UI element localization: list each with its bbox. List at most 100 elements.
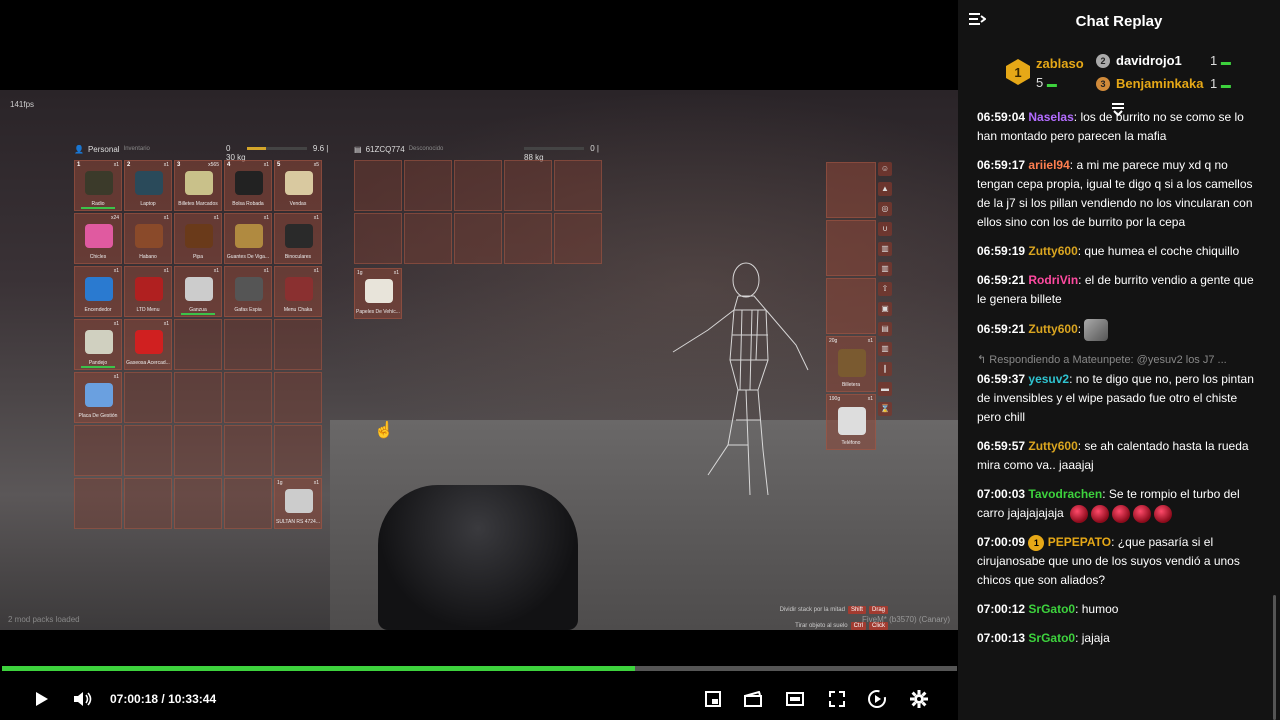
chat-message[interactable]: 07:00:09 1 PEPEPATO: ¿que pasaría si el … [977,533,1259,590]
clothing-slot-icon[interactable]: ▥ [878,342,892,356]
equipment-slot[interactable]: 190g x1 Teléfono [826,394,876,450]
equipment-slot[interactable] [826,162,876,218]
inventory-slot[interactable]: 4 x1 Bolsa Robada [224,160,272,211]
clothing-slot-icon[interactable]: ⇧ [878,282,892,296]
message-username[interactable]: SrGato0 [1028,602,1075,616]
leader-1-count-row: 5 ▬ [1036,75,1057,90]
clothing-slot-icon[interactable]: ▲ [878,182,892,196]
inventory-slot[interactable]: 1 x1 Radio [74,160,122,211]
vehicle-slot[interactable] [504,160,552,211]
message-username[interactable]: Naselas [1028,110,1073,124]
clothing-slot-icon[interactable]: ◎ [878,202,892,216]
inventory-slot[interactable] [224,319,272,370]
message-username[interactable]: RodriVin [1028,273,1078,287]
message-username[interactable]: Tavodrachen [1028,487,1102,501]
inventory-slot[interactable]: 2 x1 Laptop [124,160,172,211]
vehicle-slot[interactable] [454,213,502,264]
chat-scrollbar[interactable] [1273,595,1276,720]
chat-message[interactable]: 06:59:21 RodriVin: el de burrito vendio … [977,271,1259,309]
inventory-slot[interactable] [124,478,172,529]
message-username[interactable]: yesuv2 [1028,372,1069,386]
video-player[interactable]: 141fps 👤 Personal Inventario 0 9.6 | 30 … [0,0,958,720]
inventory-slot[interactable]: 5 x5 Vendas [274,160,322,211]
inventory-slot[interactable]: x1 Menu Chaka [274,266,322,317]
clothing-slot-icon[interactable]: ▥ [878,262,892,276]
inventory-slot[interactable]: x1 Habano [124,213,172,264]
inventory-slot[interactable] [174,319,222,370]
play-button[interactable] [32,688,52,710]
inventory-slot[interactable]: x1 Guantes De Viga... [224,213,272,264]
wide-mode-button[interactable] [784,688,806,710]
message-username[interactable]: Zutty600 [1028,322,1077,336]
inventory-slot[interactable]: x1 Pipa [174,213,222,264]
settings-button[interactable] [908,688,930,710]
inventory-slot[interactable]: x1 Binoculares [274,213,322,264]
clothing-slot-icon[interactable]: ▬ [878,382,892,396]
chat-message[interactable]: 06:59:21 Zutty600: [977,319,1259,341]
inventory-slot[interactable]: x1 Gaseosa Acercad... [124,319,172,370]
theater-button[interactable] [742,688,764,710]
vehicle-slot[interactable] [504,213,552,264]
message-username[interactable]: SrGato0 [1028,631,1075,645]
progress-bar[interactable] [2,666,957,671]
inventory-slot[interactable]: x24 Chicles [74,213,122,264]
inventory-slot[interactable]: 1g x1 SULTAN RS 4724... [274,478,322,529]
inventory-slot[interactable]: 3 x565 Billetes Marcados [174,160,222,211]
clothing-slot-icon[interactable]: ▣ [878,302,892,316]
equipment-slot[interactable] [826,278,876,334]
inventory-slot[interactable]: x1 LTD Menu [124,266,172,317]
vehicle-slot[interactable] [354,213,402,264]
chat-message[interactable]: 07:00:03 Tavodrachen: Se te rompio el tu… [977,485,1259,523]
inventory-slot[interactable] [274,319,322,370]
clothing-slot-icon[interactable]: ▥ [878,242,892,256]
clothing-slot-icon[interactable]: ▤ [878,322,892,336]
volume-button[interactable] [72,688,94,710]
inventory-slot[interactable] [124,372,172,423]
inventory-slot[interactable]: x1 Pandejo [74,319,122,370]
chat-message[interactable]: 06:59:04 Naselas: los de burrito no se c… [977,108,1259,146]
message-username[interactable]: ariiel94 [1028,158,1069,172]
chat-message[interactable]: 07:00:12 SrGato0: humoo [977,600,1259,619]
chat-message[interactable]: 06:59:57 Zutty600: se ah calentado hasta… [977,437,1259,475]
clothing-slot-icon[interactable]: ∪ [878,222,892,236]
vehicle-item-slot[interactable]: 1g x1 Papeles De Vehíc... [354,268,402,319]
inventory-slot[interactable] [174,425,222,476]
message-username[interactable]: PEPEPATO [1048,535,1111,549]
vehicle-slot[interactable] [404,160,452,211]
speed-button[interactable] [866,688,888,710]
message-username[interactable]: Zutty600 [1028,439,1077,453]
vehicle-slot[interactable] [454,160,502,211]
message-username[interactable]: Zutty600 [1028,244,1077,258]
fullscreen-button[interactable] [826,688,848,710]
miniplayer-button[interactable] [702,688,724,710]
inventory-slot[interactable] [174,478,222,529]
vehicle-slot[interactable] [354,160,402,211]
inventory-slot[interactable]: x1 Placa De Gestión [74,372,122,423]
equipment-slot[interactable] [826,220,876,276]
inventory-slot[interactable] [274,372,322,423]
inventory-slot[interactable] [74,478,122,529]
inventory-slot[interactable] [124,425,172,476]
vehicle-slot[interactable] [554,160,602,211]
chat-message-list[interactable]: 06:59:04 Naselas: los de burrito no se c… [958,108,1280,720]
inventory-slot[interactable] [224,425,272,476]
chat-message[interactable]: 07:00:13 SrGato0: jajaja [977,629,1259,648]
inventory-slot[interactable]: x1 Gafas Espia [224,266,272,317]
chat-message[interactable]: 06:59:19 Zutty600: que humea el coche ch… [977,242,1259,261]
vehicle-slot[interactable] [554,213,602,264]
inventory-slot[interactable] [224,372,272,423]
inventory-slot[interactable]: x1 Encendedor [74,266,122,317]
inventory-slot[interactable] [174,372,222,423]
inventory-slot[interactable] [74,425,122,476]
chat-message[interactable]: 06:59:17 ariiel94: a mi me parece muy xd… [977,156,1259,232]
clothing-slot-icon[interactable]: ∥ [878,362,892,376]
inventory-slot[interactable] [274,425,322,476]
equipment-slot[interactable]: 20g x1 Billetera [826,336,876,392]
clothing-slot-icon[interactable]: ☺ [878,162,892,176]
collapse-menu-icon[interactable] [968,12,987,31]
inventory-slot[interactable]: x1 Ganzua [174,266,222,317]
chat-message[interactable]: ↰ Respondiendo a Mateunpete: @yesuv2 los… [977,351,1259,427]
inventory-slot[interactable] [224,478,272,529]
vehicle-slot[interactable] [404,213,452,264]
clothing-slot-icon[interactable]: ⌛ [878,402,892,416]
